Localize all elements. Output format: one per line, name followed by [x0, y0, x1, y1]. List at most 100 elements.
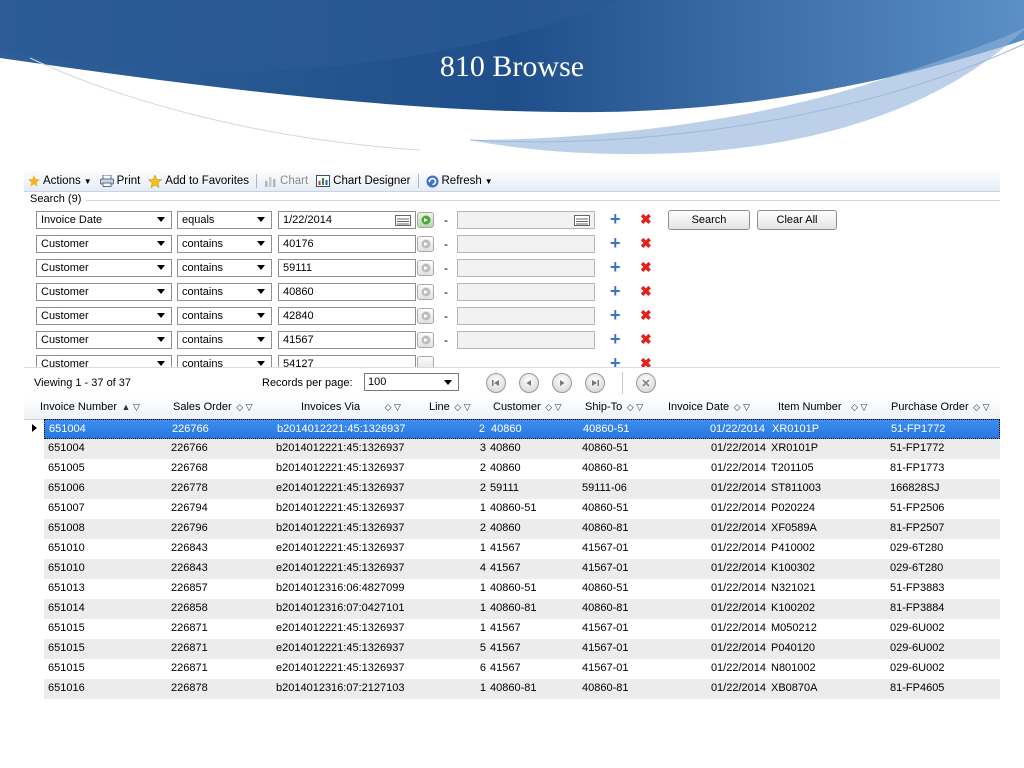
- field-select[interactable]: Customer: [36, 235, 172, 253]
- add-criteria-icon[interactable]: +: [610, 305, 621, 326]
- table-row[interactable]: 651016 226878 b2014012316:07:2127103 1 40860…: [44, 679, 1000, 699]
- sort-filter-icon[interactable]: ◇ ▽: [731, 402, 750, 412]
- field-select[interactable]: Customer: [36, 307, 172, 325]
- cell-invoices-via: e2014012221:45:1326937: [276, 642, 405, 654]
- operator-select[interactable]: equals: [177, 211, 272, 229]
- cell-item-number: P020224: [771, 502, 816, 514]
- cell-item-number: XB0870A: [771, 682, 818, 694]
- second-value-input[interactable]: [457, 283, 595, 301]
- column-header-invoice-date[interactable]: Invoice Date ◇ ▽: [668, 401, 750, 413]
- next-page-button[interactable]: [552, 373, 572, 393]
- chart-designer-button[interactable]: Chart Designer: [312, 175, 414, 187]
- actions-menu[interactable]: Actions ▼: [24, 175, 96, 187]
- add-criteria-icon[interactable]: +: [610, 281, 621, 302]
- go-arrow-icon: [421, 215, 431, 225]
- column-header-purchase-order[interactable]: Purchase Order ◇ ▽: [891, 401, 990, 413]
- previous-page-button[interactable]: [519, 373, 539, 393]
- table-row[interactable]: 651005 226768 b2014012221:45:1326937 2 40860…: [44, 459, 1000, 479]
- sort-filter-icon[interactable]: ◇ ▽: [234, 402, 252, 412]
- second-value-input[interactable]: [457, 211, 595, 229]
- operator-select[interactable]: contains: [177, 259, 272, 277]
- apply-button[interactable]: [417, 260, 434, 276]
- last-page-button[interactable]: [585, 373, 605, 393]
- table-row[interactable]: 651014 226858 b2014012316:07:0427101 1 40860…: [44, 599, 1000, 619]
- field-select[interactable]: Customer: [36, 331, 172, 349]
- value-input[interactable]: 42840: [278, 307, 416, 325]
- column-header-item-number[interactable]: Item Number ◇ ▽: [778, 401, 867, 413]
- table-row[interactable]: 651015 226871 e2014012221:45:1326937 6 41567…: [44, 659, 1000, 679]
- table-row[interactable]: 651010 226843 e2014012221:45:1326937 4 41567…: [44, 559, 1000, 579]
- column-header-line[interactable]: Line ◇ ▽: [429, 401, 471, 413]
- operator-select[interactable]: contains: [177, 235, 272, 253]
- calendar-icon[interactable]: [574, 215, 590, 226]
- apply-button[interactable]: [417, 236, 434, 252]
- field-select[interactable]: Customer: [36, 259, 172, 277]
- table-row[interactable]: 651007 226794 b2014012221:45:1326937 1 40860…: [44, 499, 1000, 519]
- apply-button[interactable]: [417, 284, 434, 300]
- field-select[interactable]: Invoice Date: [36, 211, 172, 229]
- sort-filter-icon[interactable]: ◇ ▽: [362, 402, 401, 412]
- add-to-favorites-button[interactable]: Add to Favorites: [144, 174, 253, 188]
- operator-select[interactable]: contains: [177, 331, 272, 349]
- apply-button[interactable]: [417, 308, 434, 324]
- cell-item-number: P410002: [771, 542, 816, 554]
- table-row[interactable]: 651010 226843 e2014012221:45:1326937 1 41567…: [44, 539, 1000, 559]
- add-criteria-icon[interactable]: +: [610, 329, 621, 350]
- second-value-input[interactable]: [457, 235, 595, 253]
- remove-criteria-icon[interactable]: ✖: [640, 307, 652, 324]
- remove-criteria-icon[interactable]: ✖: [640, 259, 652, 276]
- cell-item-number: N801002: [771, 662, 816, 674]
- add-criteria-icon[interactable]: +: [610, 209, 621, 230]
- table-row[interactable]: 651015 226871 e2014012221:45:1326937 1 41567…: [44, 619, 1000, 639]
- remove-criteria-icon[interactable]: ✖: [640, 235, 652, 252]
- remove-criteria-icon[interactable]: ✖: [640, 283, 652, 300]
- print-button[interactable]: Print: [96, 175, 145, 187]
- table-row[interactable]: 651004 226766 b2014012221:45:1326937 2 40860…: [44, 419, 1000, 439]
- cell-ship-to: 41567-01: [582, 642, 629, 654]
- second-value-input[interactable]: [457, 259, 595, 277]
- sort-filter-icon[interactable]: ◇ ▽: [971, 402, 989, 412]
- column-header-invoices-via[interactable]: Invoices Via ◇ ▽: [301, 401, 401, 413]
- calendar-icon[interactable]: [395, 215, 411, 226]
- table-row[interactable]: 651008 226796 b2014012221:45:1326937 2 40860…: [44, 519, 1000, 539]
- add-criteria-icon[interactable]: +: [610, 257, 621, 278]
- remove-criteria-icon[interactable]: ✖: [640, 211, 652, 228]
- operator-select[interactable]: contains: [177, 307, 272, 325]
- column-header-ship-to[interactable]: Ship-To ◇ ▽: [585, 401, 643, 413]
- chart-button[interactable]: Chart: [260, 175, 312, 187]
- refresh-menu[interactable]: Refresh ▼: [422, 175, 497, 188]
- value-input[interactable]: 41567: [278, 331, 416, 349]
- add-criteria-icon[interactable]: +: [610, 233, 621, 254]
- second-value-input[interactable]: [457, 331, 595, 349]
- stop-button[interactable]: [636, 373, 656, 393]
- sort-filter-icon[interactable]: ◇ ▽: [543, 402, 561, 412]
- second-value-input[interactable]: [457, 307, 595, 325]
- sort-filter-icon[interactable]: ◇ ▽: [452, 402, 470, 412]
- apply-button[interactable]: [417, 332, 434, 348]
- apply-button[interactable]: [417, 212, 434, 228]
- search-button[interactable]: Search: [668, 210, 750, 230]
- cell-line: 2: [479, 522, 486, 534]
- sort-filter-icon[interactable]: ◇ ▽: [624, 402, 643, 412]
- sort-filter-icon[interactable]: ◇ ▽: [844, 402, 867, 412]
- operator-select[interactable]: contains: [177, 283, 272, 301]
- remove-criteria-icon[interactable]: ✖: [640, 331, 652, 348]
- field-select[interactable]: Customer: [36, 283, 172, 301]
- cell-sales-order: 226843: [171, 542, 208, 554]
- value-input[interactable]: 40860: [278, 283, 416, 301]
- value-input[interactable]: 59111: [278, 259, 416, 277]
- table-row[interactable]: 651013 226857 b2014012316:06:4827099 1 40860…: [44, 579, 1000, 599]
- sort-asc-filter-icon[interactable]: ▲ ▽: [119, 402, 140, 412]
- column-header-invoice-number[interactable]: Invoice Number ▲ ▽: [40, 401, 140, 413]
- records-per-page-select[interactable]: 100: [364, 373, 459, 391]
- value-input[interactable]: 40176: [278, 235, 416, 253]
- value-input[interactable]: 1/22/2014: [278, 211, 416, 229]
- column-header-sales-order[interactable]: Sales Order ◇ ▽: [173, 401, 253, 413]
- first-page-button[interactable]: [486, 373, 506, 393]
- clear-all-button[interactable]: Clear All: [757, 210, 837, 230]
- cell-invoice-date: 01/22/2014: [710, 562, 766, 574]
- table-row[interactable]: 651015 226871 e2014012221:45:1326937 5 41567…: [44, 639, 1000, 659]
- column-header-customer[interactable]: Customer ◇ ▽: [493, 401, 562, 413]
- table-row[interactable]: 651004 226766 b2014012221:45:1326937 3 40860…: [44, 439, 1000, 459]
- table-row[interactable]: 651006 226778 e2014012221:45:1326937 2 59111…: [44, 479, 1000, 499]
